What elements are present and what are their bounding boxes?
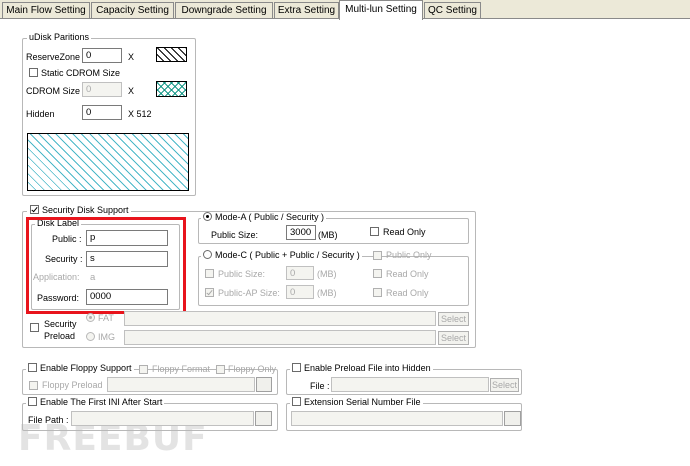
reserve-zone-pattern (156, 47, 187, 62)
tab-main-flow-setting[interactable]: Main Flow Setting (2, 2, 90, 18)
floppy-preload-browse-button[interactable] (256, 377, 272, 392)
floppy-only-label: Floppy Only (228, 364, 277, 374)
public-size-label: Public Size: (211, 230, 259, 240)
first-ini-path-input[interactable] (71, 411, 254, 426)
mode-c-read-only-1-checkbox[interactable] (373, 269, 382, 278)
mode-c-read-only-1-label: Read Only (386, 269, 429, 279)
fat-select-button[interactable]: Select (438, 312, 469, 326)
hidden-pattern (27, 133, 189, 191)
fat-radio[interactable] (86, 313, 95, 322)
reserve-zone-input[interactable]: 0 (82, 48, 122, 63)
reserve-zone-x: X (128, 52, 135, 62)
serial-label: Extension Serial Number File (304, 397, 421, 407)
serial-checkbox[interactable] (292, 397, 301, 407)
mode-a-label: Mode-A ( Public / Security ) (215, 212, 325, 222)
public-ap-size-unit: (MB) (317, 288, 337, 298)
mode-a-title: Mode-A ( Public / Security ) (201, 212, 327, 223)
fat-label: FAT (98, 313, 114, 323)
enable-first-ini-checkbox[interactable] (28, 397, 37, 407)
mode-c-radio[interactable] (203, 250, 212, 260)
serial-title: Extension Serial Number File (290, 397, 423, 408)
floppy-format-label: Floppy Format (152, 364, 211, 374)
tab-bar: Main Flow Setting Capacity Setting Downg… (0, 0, 690, 20)
public-ap-size-checkbox[interactable] (205, 288, 214, 297)
serial-path-input[interactable] (291, 411, 503, 426)
mode-a-read-only-label: Read Only (383, 227, 426, 237)
security-preload-label-1: Security (44, 319, 77, 329)
tab-extra-setting[interactable]: Extra Setting (274, 2, 339, 18)
security-preload-checkbox[interactable] (30, 323, 39, 332)
security-disk-checkbox[interactable] (30, 205, 39, 215)
public-ap-size-input[interactable]: 0 (286, 285, 314, 299)
highlight-box (26, 217, 186, 314)
security-disk-title: Security Disk Support (27, 205, 131, 216)
public-only-label: Public Only (386, 250, 432, 260)
tab-qc-setting[interactable]: QC Setting (424, 2, 481, 18)
mode-c-read-only-2-checkbox[interactable] (373, 288, 382, 297)
enable-first-ini-label: Enable The First INI After Start (40, 397, 163, 407)
enable-preload-hidden-checkbox[interactable] (292, 363, 301, 373)
floppy-preload-checkbox[interactable] (29, 381, 38, 390)
img-select-button[interactable]: Select (438, 331, 469, 345)
preload-hidden-file-input[interactable] (331, 377, 489, 392)
fat-path-input[interactable] (124, 311, 436, 326)
hidden-input[interactable]: 0 (82, 105, 122, 120)
udisk-partitions-title: uDisk Paritions (27, 32, 92, 43)
floppy-preload-label: Floppy Preload (42, 380, 103, 390)
hidden-x512: X 512 (128, 109, 152, 119)
floppy-preload-path-input[interactable] (107, 377, 255, 392)
mode-c-label: Mode-C ( Public + Public / Security ) (215, 250, 360, 260)
mode-c-public-size-input[interactable]: 0 (286, 266, 314, 280)
public-only-checkbox[interactable] (373, 251, 382, 260)
public-size-input[interactable]: 3000 (286, 225, 316, 240)
serial-browse-button[interactable] (504, 411, 521, 426)
preload-hidden-file-label: File : (310, 381, 330, 391)
tab-capacity-setting[interactable]: Capacity Setting (91, 2, 174, 18)
mode-a-radio[interactable] (203, 212, 212, 222)
cdrom-pattern (156, 81, 187, 97)
preload-hidden-title: Enable Preload File into Hidden (290, 363, 433, 374)
enable-preload-hidden-label: Enable Preload File into Hidden (304, 363, 431, 373)
security-preload-label-2: Preload (44, 331, 76, 341)
tab-downgrade-setting[interactable]: Downgrade Setting (175, 2, 273, 18)
img-path-input[interactable] (124, 330, 436, 345)
floppy-format-checkbox[interactable] (139, 365, 148, 374)
hidden-label: Hidden (26, 109, 55, 119)
img-label: IMG (98, 332, 115, 342)
tab-multi-lun-setting[interactable]: Multi-lun Setting (339, 0, 423, 20)
mode-c-public-size-unit: (MB) (317, 269, 337, 279)
enable-floppy-label: Enable Floppy Support (40, 363, 132, 373)
img-radio[interactable] (86, 332, 95, 341)
floppy-title: Enable Floppy Support (26, 363, 134, 374)
preload-hidden-select-button[interactable]: Select (490, 378, 519, 392)
mode-c-public-size-checkbox[interactable] (205, 269, 214, 278)
public-size-unit: (MB) (318, 230, 338, 240)
first-ini-browse-button[interactable] (255, 411, 272, 426)
mode-a-read-only-checkbox[interactable] (370, 227, 379, 236)
static-cdrom-label: Static CDROM Size (41, 68, 121, 78)
cdrom-size-label: CDROM Size (26, 86, 81, 96)
first-ini-title: Enable The First INI After Start (26, 397, 165, 408)
security-disk-label: Security Disk Support (42, 205, 129, 215)
enable-floppy-checkbox[interactable] (28, 363, 37, 373)
mode-c-read-only-2-label: Read Only (386, 288, 429, 298)
cdrom-size-input[interactable]: 0 (82, 82, 122, 97)
file-path-label: File Path : (28, 415, 69, 425)
floppy-only-checkbox[interactable] (216, 365, 225, 374)
reserve-zone-label: ReserveZone (26, 52, 81, 62)
static-cdrom-checkbox[interactable] (29, 68, 38, 77)
mode-c-title: Mode-C ( Public + Public / Security ) (201, 250, 362, 261)
cdrom-size-x: X (128, 86, 135, 96)
mode-c-public-size-label: Public Size: (218, 269, 266, 279)
public-ap-size-label: Public-AP Size: (218, 288, 280, 298)
